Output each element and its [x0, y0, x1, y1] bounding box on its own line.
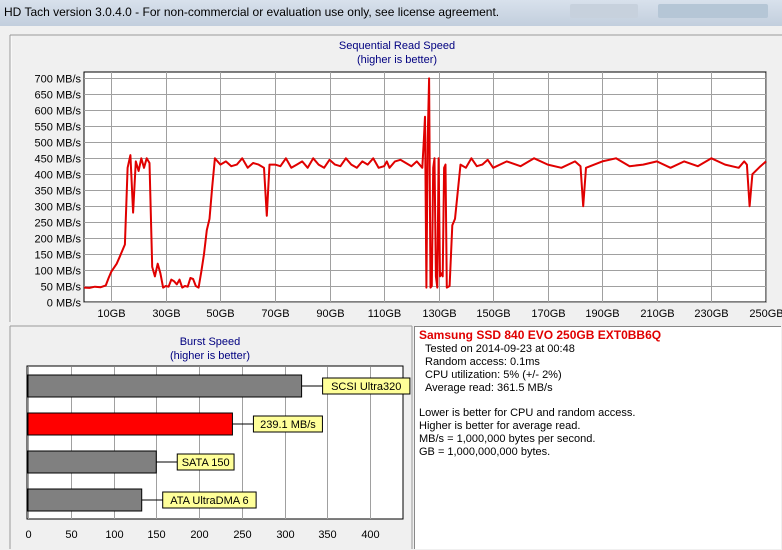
burst-x-tick-label: 250 — [233, 529, 251, 541]
burst-x-tick-label: 150 — [147, 529, 165, 541]
burst-x-tick-label: 200 — [190, 529, 208, 541]
burst-speed-panel: Burst Speed (higher is better) SCSI Ultr… — [9, 325, 413, 549]
burst-bar-label: SCSI Ultra320 — [331, 381, 401, 393]
note-line: Higher is better for average read. — [419, 420, 581, 432]
burst-chart-title: Burst Speed — [180, 336, 241, 348]
seq-x-tick-label: 230GB — [694, 308, 728, 320]
seq-x-tick-label: 250GB — [749, 308, 782, 320]
burst-bar — [27, 488, 143, 512]
burst-x-tick-label: 0 — [25, 529, 31, 541]
burst-chart-subtitle: (higher is better) — [170, 350, 250, 362]
note-line: Lower is better for CPU and random acces… — [419, 407, 636, 419]
burst-bar — [27, 374, 303, 398]
burst-x-tick-label: 50 — [65, 529, 77, 541]
burst-bar-label: ATA UltraDMA 6 — [170, 495, 248, 507]
note-line: MB/s = 1,000,000 bytes per second. — [419, 433, 596, 445]
burst-bar — [27, 450, 157, 474]
seq-x-tick-label: 130GB — [422, 308, 456, 320]
burst-x-tick-label: 100 — [105, 529, 123, 541]
drive-name: Samsung SSD 840 EVO 250GB EXT0BB6Q — [419, 328, 662, 342]
cpu-utilization: CPU utilization: 5% (+/- 2%) — [425, 369, 562, 381]
burst-bar-label: SATA 150 — [182, 457, 230, 469]
seq-x-tick-label: 190GB — [585, 308, 619, 320]
seq-x-tick-label: 210GB — [640, 308, 674, 320]
average-read: Average read: 361.5 MB/s — [425, 382, 553, 394]
note-line: GB = 1,000,000,000 bytes. — [419, 446, 551, 458]
burst-bar-label: 239.1 MB/s — [260, 419, 316, 431]
seq-x-tick-label: 150GB — [476, 308, 510, 320]
burst-bar — [27, 412, 233, 436]
seq-x-tick-label: 170GB — [531, 308, 565, 320]
random-access: Random access: 0.1ms — [425, 356, 540, 368]
burst-x-tick-label: 400 — [361, 529, 379, 541]
burst-x-tick-label: 350 — [318, 529, 336, 541]
burst-x-tick-label: 300 — [276, 529, 294, 541]
test-date: Tested on 2014-09-23 at 00:48 — [425, 343, 575, 355]
drive-info-panel: Samsung SSD 840 EVO 250GB EXT0BB6Q Teste… — [414, 326, 781, 549]
